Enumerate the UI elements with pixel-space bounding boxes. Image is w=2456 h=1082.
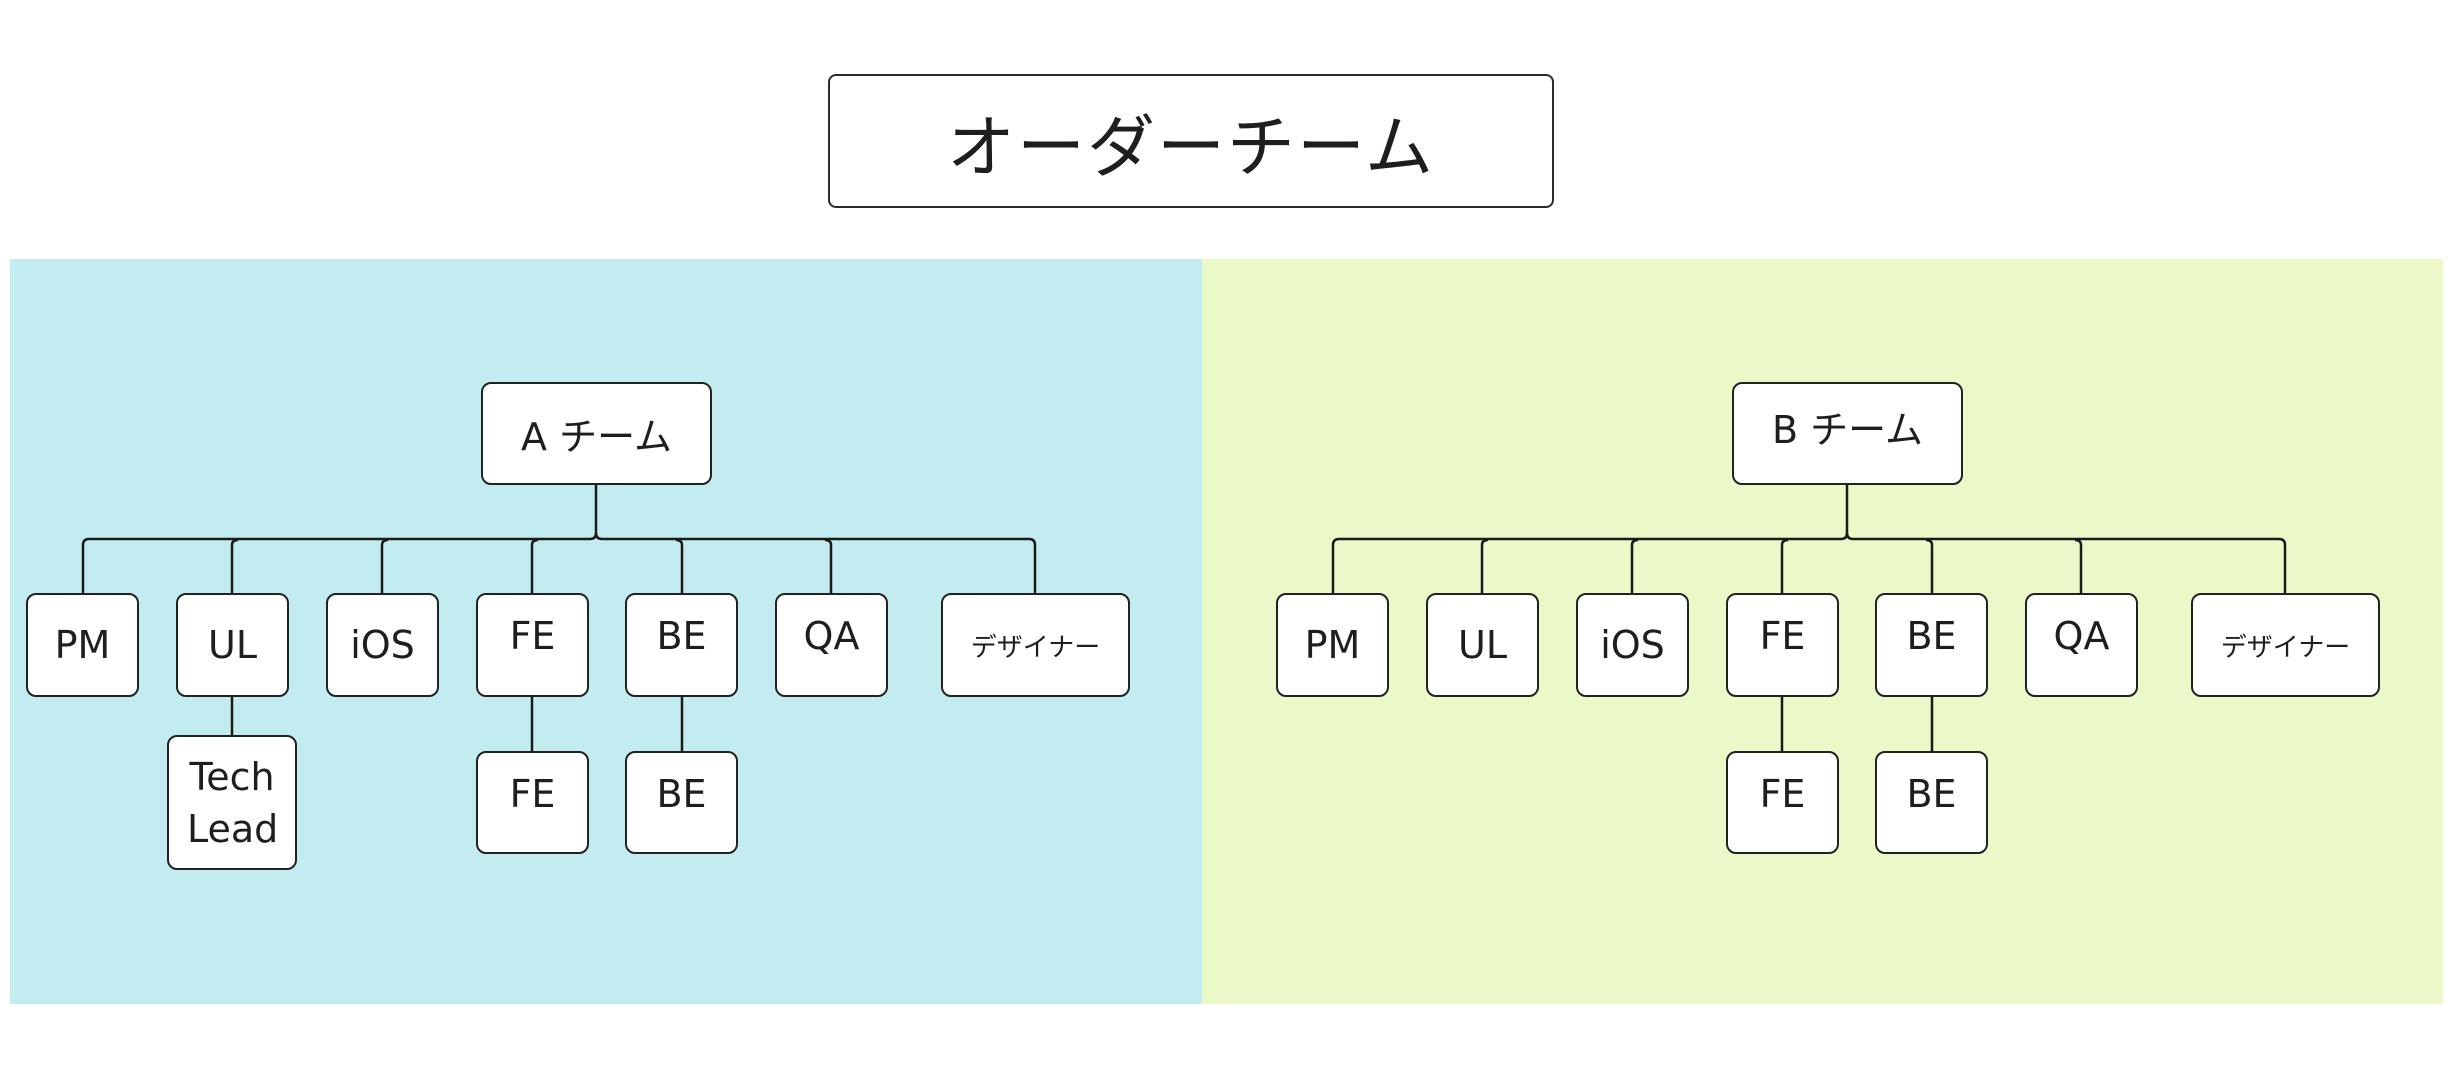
team-b-node-pm[interactable]: PM [1276,593,1389,697]
team-a-node-be-child[interactable]: BE [625,751,738,854]
org-title-box: オーダーチーム [828,74,1554,208]
node-label: iOS [1600,623,1665,667]
team-a-node-be[interactable]: BE [625,593,738,697]
node-label: UL [208,623,257,667]
team-a-name: A チーム [521,415,672,459]
team-a-node-pm[interactable]: PM [26,593,139,697]
node-label: FE [1759,771,1806,816]
team-b-header-node[interactable]: B チーム [1732,382,1963,485]
node-label: BE [656,771,707,816]
team-a-node-qa[interactable]: QA [775,593,888,697]
node-label: QA [2053,614,2110,658]
team-a-node-ul[interactable]: UL [176,593,289,697]
node-label: PM [1304,623,1361,667]
team-a-node-fe-child[interactable]: FE [476,751,589,854]
node-label: デザイナー [970,632,1101,663]
team-b-node-be-child[interactable]: BE [1875,751,1988,854]
node-label: BE [1906,614,1957,658]
team-a-node-techlead[interactable]: Tech Lead [167,735,297,870]
node-label: FE [509,614,556,658]
team-a-node-ios[interactable]: iOS [326,593,439,697]
node-label: デザイナー [2220,632,2351,663]
team-b-name: B チーム [1771,408,1923,452]
team-b-node-fe-child[interactable]: FE [1726,751,1839,854]
node-label: Tech Lead [187,754,279,851]
node-label: QA [803,614,860,658]
team-a-header-node[interactable]: A チーム [481,382,712,485]
node-label: iOS [350,623,415,667]
team-b-node-be[interactable]: BE [1875,593,1988,697]
node-label: BE [1906,771,1957,816]
node-label: PM [54,623,111,667]
team-b-node-ios[interactable]: iOS [1576,593,1689,697]
org-title: オーダーチーム [947,108,1435,188]
node-label: BE [656,614,707,658]
team-b-node-qa[interactable]: QA [2025,593,2138,697]
team-a-node-fe[interactable]: FE [476,593,589,697]
node-label: FE [509,771,556,816]
team-b-node-fe[interactable]: FE [1726,593,1839,697]
team-b-node-designer[interactable]: デザイナー [2191,593,2380,697]
node-label: FE [1759,614,1806,658]
team-a-node-designer[interactable]: デザイナー [941,593,1130,697]
team-b-node-ul[interactable]: UL [1426,593,1539,697]
node-label: UL [1458,623,1507,667]
